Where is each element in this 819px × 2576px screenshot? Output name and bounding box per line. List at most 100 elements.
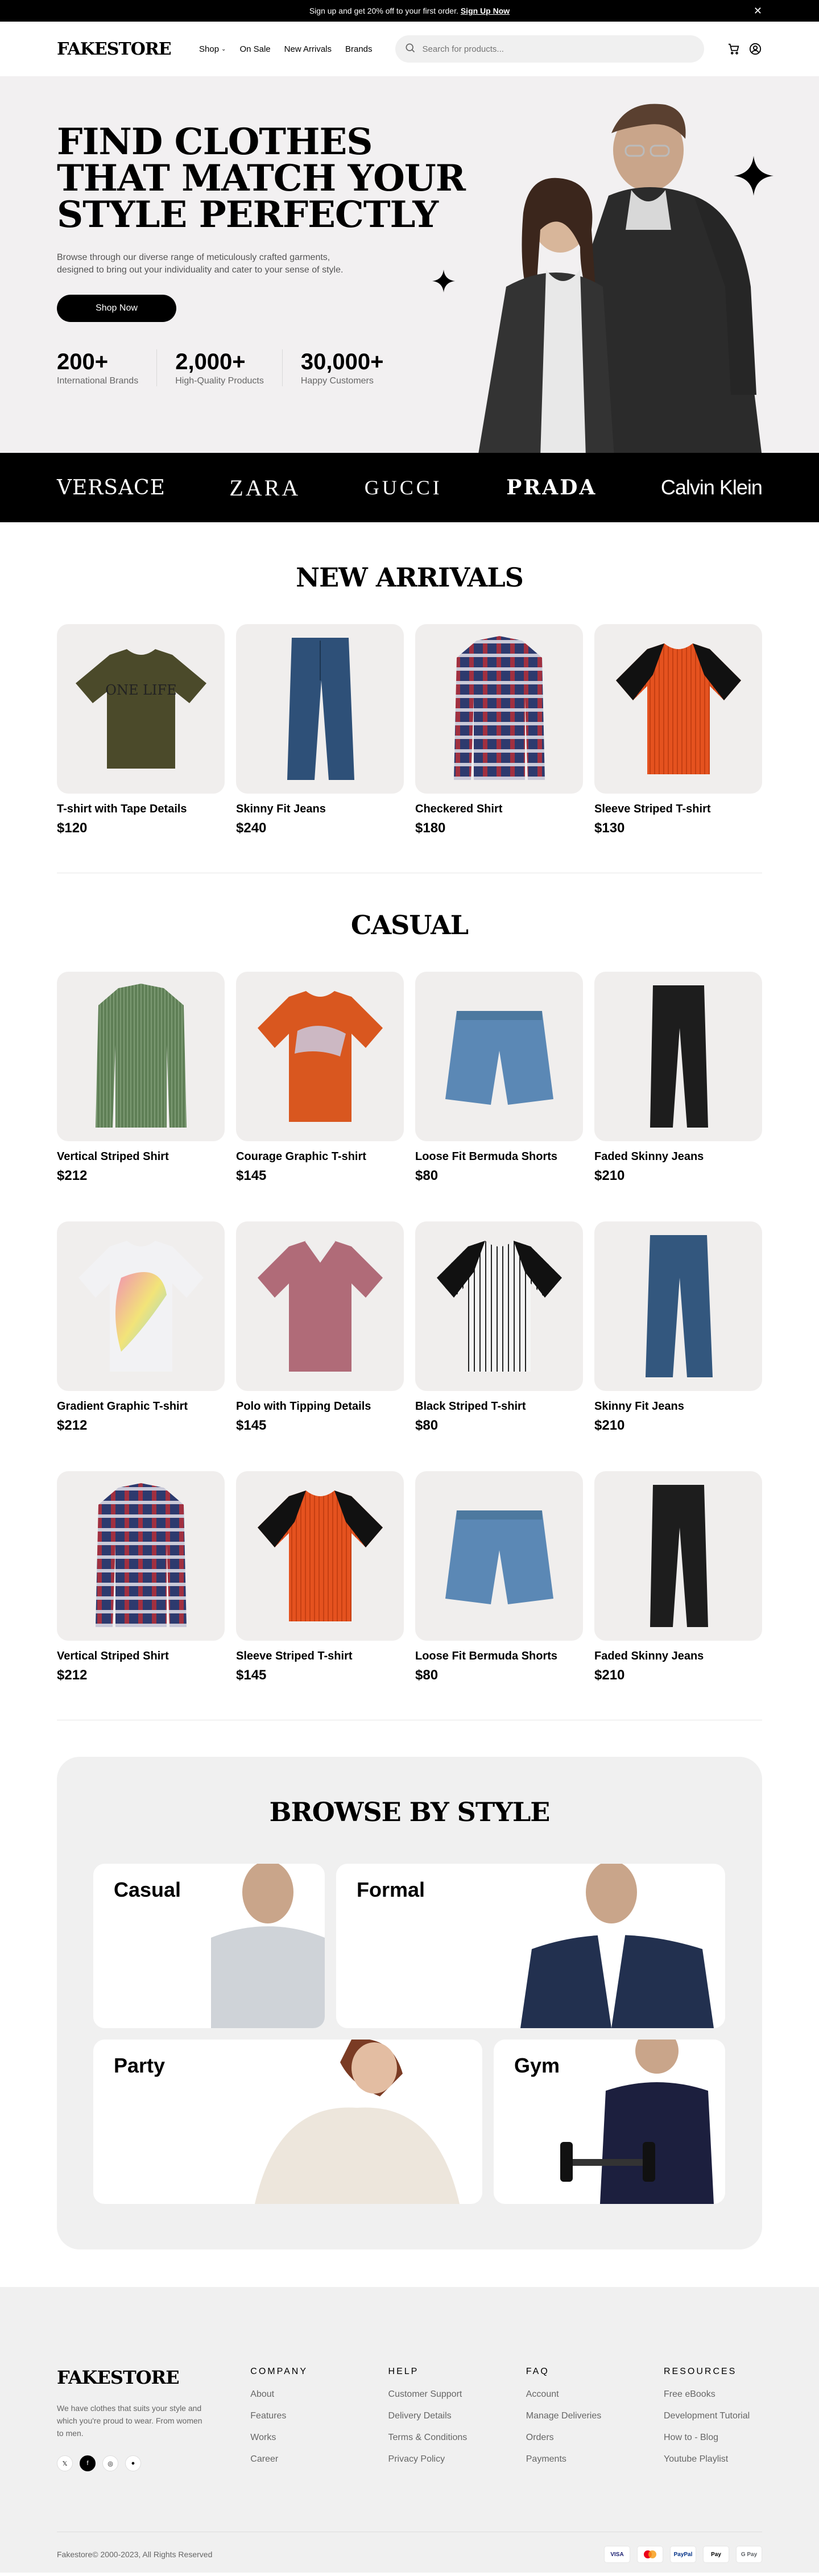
nav-brands[interactable]: Brands xyxy=(345,44,373,54)
hero-models-image xyxy=(478,104,762,453)
close-icon[interactable]: ✕ xyxy=(754,5,762,17)
shop-now-button[interactable]: Shop Now xyxy=(57,295,176,322)
product-name: Faded Skinny Jeans xyxy=(594,1650,704,1662)
footer-link[interactable]: Free eBooks xyxy=(664,2389,762,2400)
search-input[interactable] xyxy=(422,44,695,54)
style-card-gym[interactable]: Gym xyxy=(494,2040,725,2204)
product-card[interactable]: Loose Fit Bermuda Shorts $80 xyxy=(415,972,583,1184)
section-title: BROWSE BY STYLE xyxy=(269,1797,551,1827)
product-price: $80 xyxy=(415,1168,439,1183)
footer-link[interactable]: Customer Support xyxy=(388,2389,526,2400)
paypal-icon: PayPal xyxy=(670,2546,696,2563)
footer-link[interactable]: Features xyxy=(250,2411,388,2421)
product-name: Skinny Fit Jeans xyxy=(236,803,326,815)
product-name: Loose Fit Bermuda Shorts xyxy=(415,1150,558,1163)
style-image xyxy=(255,2040,460,2204)
search-bar xyxy=(395,35,704,63)
logo[interactable]: FAKESTORE xyxy=(57,39,199,59)
footer-description: We have clothes that suits your style an… xyxy=(57,2404,202,2438)
product-card[interactable]: Sleeve Striped T-shirt $130 xyxy=(594,624,762,836)
product-price: $210 xyxy=(594,1168,625,1183)
footer-link[interactable]: How to - Blog xyxy=(664,2433,762,2443)
product-card[interactable]: Faded Skinny Jeans $210 xyxy=(594,972,762,1184)
style-image xyxy=(211,1864,325,2028)
stat-label: Happy Customers xyxy=(300,376,374,386)
banner-text: Sign up and get 20% off to your first or… xyxy=(309,6,458,15)
style-card-formal[interactable]: Formal xyxy=(336,1864,725,2028)
stat-brands: 200+ International Brands xyxy=(57,349,158,386)
apple-pay-icon: Pay xyxy=(703,2546,729,2563)
google-pay-icon: G Pay xyxy=(736,2546,762,2563)
footer-link[interactable]: Terms & Conditions xyxy=(388,2433,526,2443)
footer-link[interactable]: Account xyxy=(526,2389,664,2400)
nav-on-sale[interactable]: On Sale xyxy=(239,44,270,54)
product-card[interactable]: Loose Fit Bermuda Shorts $80 xyxy=(415,1471,583,1683)
casual-section: CASUAL Vertical Striped Shirt $212 Coura… xyxy=(0,873,819,1720)
product-card[interactable]: Polo with Tipping Details $145 xyxy=(236,1221,404,1434)
product-image xyxy=(236,624,404,794)
github-icon[interactable]: ● xyxy=(125,2455,141,2471)
hero-description: Browse through our diverse range of meti… xyxy=(57,253,344,275)
footer-link[interactable]: Development Tutorial xyxy=(664,2411,762,2421)
product-card[interactable]: Sleeve Striped T-shirt $145 xyxy=(236,1471,404,1683)
footer-link[interactable]: Manage Deliveries xyxy=(526,2411,664,2421)
product-name: Vertical Striped Shirt xyxy=(57,1650,169,1662)
product-name: Faded Skinny Jeans xyxy=(594,1150,704,1163)
product-card[interactable]: Gradient Graphic T-shirt $212 xyxy=(57,1221,225,1434)
footer-link[interactable]: Payments xyxy=(526,2454,664,2464)
section-title: CASUAL xyxy=(350,910,469,940)
product-card[interactable]: Skinny Fit Jeans $210 xyxy=(594,1221,762,1434)
product-card[interactable]: Faded Skinny Jeans $210 xyxy=(594,1471,762,1683)
style-row: Casual Formal xyxy=(93,1864,726,2028)
footer-link[interactable]: Career xyxy=(250,2454,388,2464)
nav-new-arrivals[interactable]: New Arrivals xyxy=(284,44,332,54)
style-card-party[interactable]: Party xyxy=(93,2040,482,2204)
stat-label: High-Quality Products xyxy=(175,376,264,386)
style-label: Party xyxy=(114,2054,166,2077)
footer-column-help: HELP Customer Support Delivery Details T… xyxy=(388,2367,526,2476)
footer-link[interactable]: Works xyxy=(250,2433,388,2443)
product-card[interactable]: Vertical Striped Shirt $212 xyxy=(57,1471,225,1683)
header: FAKESTORE Shop ⌄ On Sale New Arrivals Bra… xyxy=(0,22,819,76)
style-card-casual[interactable]: Casual xyxy=(93,1864,325,2028)
section-title: NEW ARRIVALS xyxy=(296,562,524,593)
facebook-icon[interactable]: f xyxy=(80,2455,96,2471)
product-name: Skinny Fit Jeans xyxy=(594,1400,684,1413)
style-label: Gym xyxy=(514,2054,560,2077)
footer-column-resources: RESOURCES Free eBooks Development Tutori… xyxy=(664,2367,762,2476)
product-price: $80 xyxy=(415,1418,439,1433)
product-image xyxy=(236,1471,404,1641)
product-price: $130 xyxy=(594,820,625,836)
user-icon[interactable] xyxy=(748,42,762,56)
top-banner: Sign up and get 20% off to your first or… xyxy=(0,0,819,22)
brand-gucci: GUCCI xyxy=(364,476,442,499)
product-price: $240 xyxy=(236,820,267,836)
product-price: $145 xyxy=(236,1667,267,1683)
footer-link[interactable]: Privacy Policy xyxy=(388,2454,526,2464)
product-card[interactable]: Courage Graphic T-shirt $145 xyxy=(236,972,404,1184)
header-icons xyxy=(727,42,762,56)
product-card[interactable]: Skinny Fit Jeans $240 xyxy=(236,624,404,836)
stat-value: 2,000+ xyxy=(175,349,246,374)
browse-by-style-section: BROWSE BY STYLE Casual Formal Party Gym xyxy=(57,1757,762,2249)
product-card[interactable]: Vertical Striped Shirt $212 xyxy=(57,972,225,1184)
product-image xyxy=(57,972,225,1141)
footer-logo[interactable]: FAKESTORE xyxy=(57,2367,199,2388)
footer-link[interactable]: About xyxy=(250,2389,388,2400)
product-card[interactable]: Checkered Shirt $180 xyxy=(415,624,583,836)
twitter-icon[interactable]: 𝕏 xyxy=(57,2455,73,2471)
footer-link[interactable]: Youtube Playlist xyxy=(664,2454,762,2464)
footer-link[interactable]: Orders xyxy=(526,2433,664,2443)
new-arrivals-section: NEW ARRIVALS ONE LIFE T-shirt with Tape … xyxy=(0,522,819,873)
instagram-icon[interactable]: ◎ xyxy=(102,2455,118,2471)
footer-link[interactable]: Delivery Details xyxy=(388,2411,526,2421)
product-card[interactable]: ONE LIFE T-shirt with Tape Details $120 xyxy=(57,624,225,836)
nav-shop-label: Shop xyxy=(199,44,220,54)
product-card[interactable]: Black Striped T-shirt $80 xyxy=(415,1221,583,1434)
footer-column-title: COMPANY xyxy=(250,2367,308,2376)
cart-icon[interactable] xyxy=(727,42,741,56)
signup-link[interactable]: Sign Up Now xyxy=(461,6,510,15)
nav-shop[interactable]: Shop ⌄ xyxy=(199,44,226,54)
footer-column-company: COMPANY About Features Works Career xyxy=(250,2367,388,2476)
payment-methods: VISA PayPal Pay G Pay xyxy=(604,2546,762,2563)
